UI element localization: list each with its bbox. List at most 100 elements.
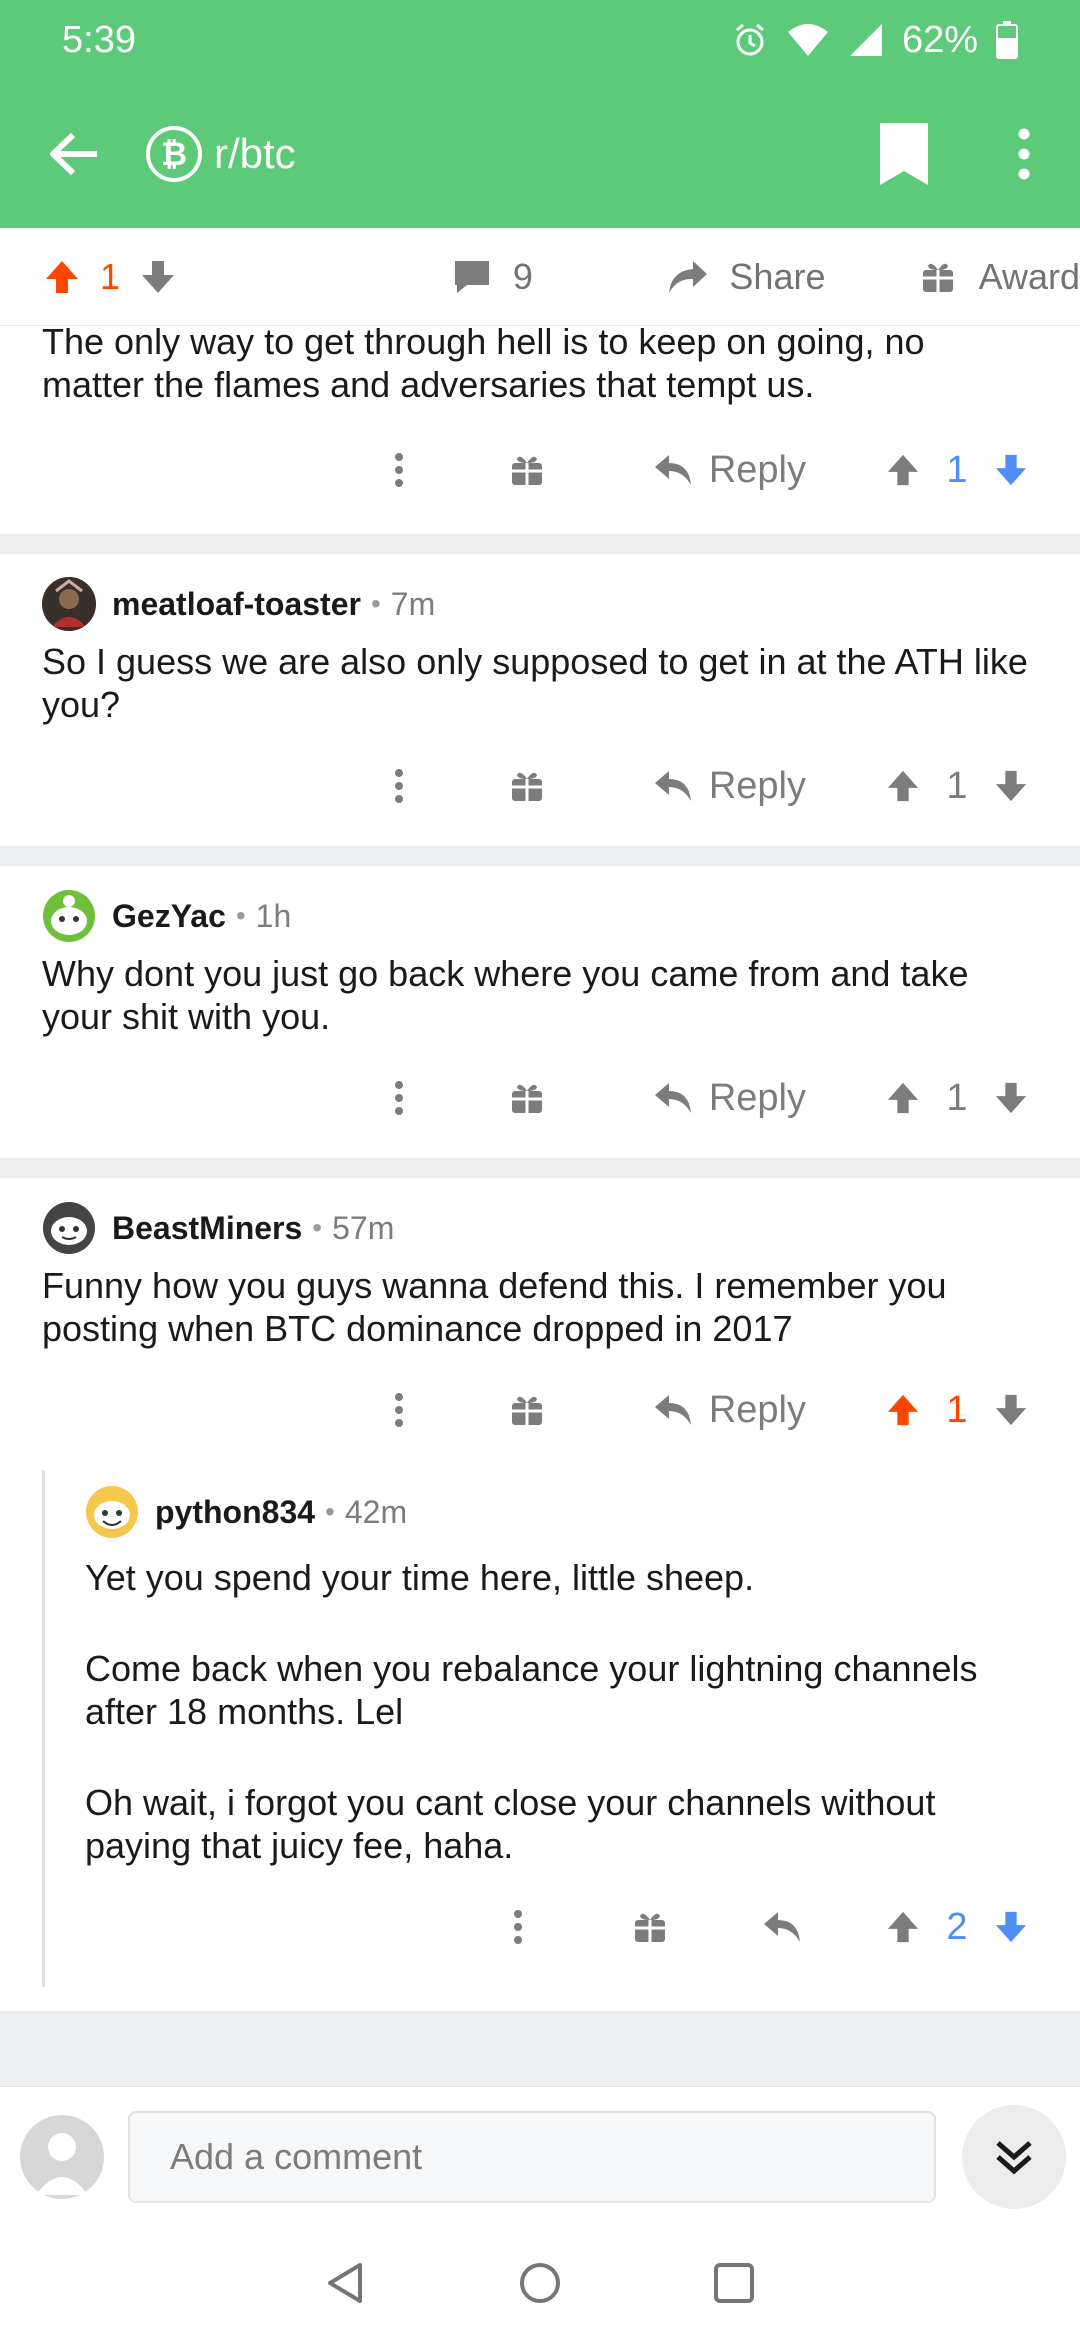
nav-back-icon[interactable]: [324, 2261, 368, 2305]
status-bar: 5:39 62%: [62, 18, 1018, 62]
more-button[interactable]: [379, 1080, 419, 1116]
comment-author[interactable]: BeastMiners: [112, 1210, 302, 1247]
downvote-icon[interactable]: [994, 1910, 1028, 1944]
upvote-icon[interactable]: [886, 769, 920, 803]
comment-author[interactable]: GezYac: [112, 898, 226, 935]
comment-age: 57m: [332, 1209, 395, 1246]
avatar[interactable]: [42, 1201, 96, 1255]
reply-button[interactable]: Reply: [653, 449, 806, 492]
more-button[interactable]: [379, 452, 419, 488]
comment-header: BeastMiners • 57m: [42, 1178, 1056, 1256]
comment-text: Yet you spend your time here, little she…: [85, 1557, 755, 1598]
comment-list[interactable]: The only way to get through hell is to k…: [0, 326, 1080, 2086]
comment-actions: Reply 1: [42, 406, 1056, 534]
more-button[interactable]: [379, 1392, 419, 1428]
comments-button[interactable]: 9: [383, 256, 602, 298]
comment-age: 42m: [344, 1493, 408, 1530]
reply-label: Reply: [708, 1076, 806, 1119]
comment-author[interactable]: python834: [155, 1494, 315, 1531]
comment-score: 1: [946, 1388, 968, 1431]
give-award-button[interactable]: [630, 1910, 670, 1944]
comment-count: 9: [512, 255, 533, 297]
gift-icon: [635, 1913, 665, 1942]
reply-button[interactable]: Reply: [653, 1389, 806, 1432]
avatar[interactable]: [42, 889, 96, 943]
current-user-avatar[interactable]: [20, 2114, 104, 2199]
downvote-icon[interactable]: [994, 769, 1028, 803]
downvote-icon[interactable]: [994, 1081, 1028, 1115]
avatar[interactable]: [42, 577, 96, 631]
more-button[interactable]: [498, 1909, 538, 1945]
upvote-icon[interactable]: [886, 1910, 920, 1944]
comment-actions: Reply 1: [42, 726, 1056, 846]
reply-button[interactable]: Reply: [653, 765, 806, 808]
bookmark-icon[interactable]: [874, 119, 934, 189]
comment-body: Yet you spend your time here, little she…: [85, 1548, 1056, 1867]
alarm-icon: [735, 23, 764, 56]
subreddit-name[interactable]: r/btc: [214, 130, 874, 178]
comment-body: Why dont you just go back where you came…: [42, 944, 1056, 1038]
give-award-button[interactable]: [507, 1081, 547, 1115]
reply-button[interactable]: [762, 1910, 802, 1944]
comment-text: Come back when you rebalance your lightn…: [85, 1648, 978, 1732]
user-icon: [36, 2132, 88, 2195]
give-award-button[interactable]: [507, 769, 547, 803]
comment-score: 1: [946, 1076, 968, 1119]
reply-icon: [654, 1083, 691, 1113]
give-award-button[interactable]: [507, 453, 547, 487]
comment-votes: 1: [886, 765, 1028, 808]
more-vertical-icon: [394, 1081, 403, 1115]
wifi-icon: [787, 24, 828, 56]
battery-icon: [996, 21, 1018, 59]
upvote-icon[interactable]: [44, 259, 80, 295]
gift-icon: [511, 772, 542, 801]
more-vertical-icon: [514, 1910, 522, 1944]
share-icon: [669, 260, 708, 293]
toolbar: ₿ r/btc: [0, 100, 1080, 208]
user-avatar-icon: [42, 577, 96, 631]
reply-label: Reply: [708, 448, 806, 491]
comment-votes: 2: [886, 1906, 1028, 1949]
comment-text: Oh wait, i forgot you cant close your ch…: [85, 1782, 936, 1866]
downvote-icon[interactable]: [140, 259, 176, 295]
status-time: 5:39: [62, 18, 136, 61]
more-button[interactable]: [379, 768, 419, 804]
overflow-menu-button[interactable]: [1004, 114, 1044, 194]
comment-body: Funny how you guys wanna defend this. I …: [42, 1256, 1056, 1350]
back-button[interactable]: [34, 114, 114, 194]
comment-body: So I guess we are also only supposed to …: [42, 632, 1056, 726]
nav-recents-icon[interactable]: [712, 2261, 756, 2305]
nav-home-icon[interactable]: [518, 2261, 562, 2305]
snoo-avatar-icon: [86, 1486, 138, 1538]
comment-text: The only way to get through hell is to k…: [42, 326, 925, 405]
reply-button[interactable]: Reply: [653, 1077, 806, 1120]
avatar[interactable]: [85, 1485, 139, 1539]
snoo-avatar-icon: [43, 890, 95, 942]
downvote-icon[interactable]: [994, 1393, 1028, 1427]
gift-icon: [922, 263, 953, 292]
comment-author[interactable]: meatloaf-toaster: [112, 586, 361, 623]
give-award-button[interactable]: [507, 1393, 547, 1427]
gift-icon: [511, 456, 542, 485]
post-score: 1: [100, 255, 121, 297]
expand-button[interactable]: [962, 2104, 1066, 2209]
comment: meatloaf-toaster • 7m So I guess we are …: [0, 554, 1080, 846]
comment-header: meatloaf-toaster • 7m: [42, 554, 1056, 632]
downvote-icon[interactable]: [994, 453, 1028, 487]
upvote-icon[interactable]: [886, 1393, 920, 1427]
upvote-icon[interactable]: [886, 453, 920, 487]
subreddit-icon[interactable]: ₿: [146, 126, 202, 182]
gift-icon: [511, 1084, 542, 1113]
reply-icon: [654, 1395, 691, 1425]
comment-text: So I guess we are also only supposed to …: [42, 641, 1028, 725]
double-chevron-down-icon: [996, 2140, 1032, 2174]
award-button[interactable]: Award: [921, 256, 1080, 298]
add-comment-input[interactable]: Add a comment: [128, 2110, 936, 2203]
snoo-avatar-icon: [43, 1202, 95, 1254]
reply-label: Reply: [708, 1388, 806, 1431]
upvote-icon[interactable]: [886, 1081, 920, 1115]
comment-votes: 1: [886, 449, 1028, 492]
comment-text: Why dont you just go back where you came…: [42, 953, 969, 1037]
share-button[interactable]: Share: [632, 256, 860, 298]
comment: BeastMiners • 57m Funny how you guys wan…: [0, 1178, 1080, 2011]
